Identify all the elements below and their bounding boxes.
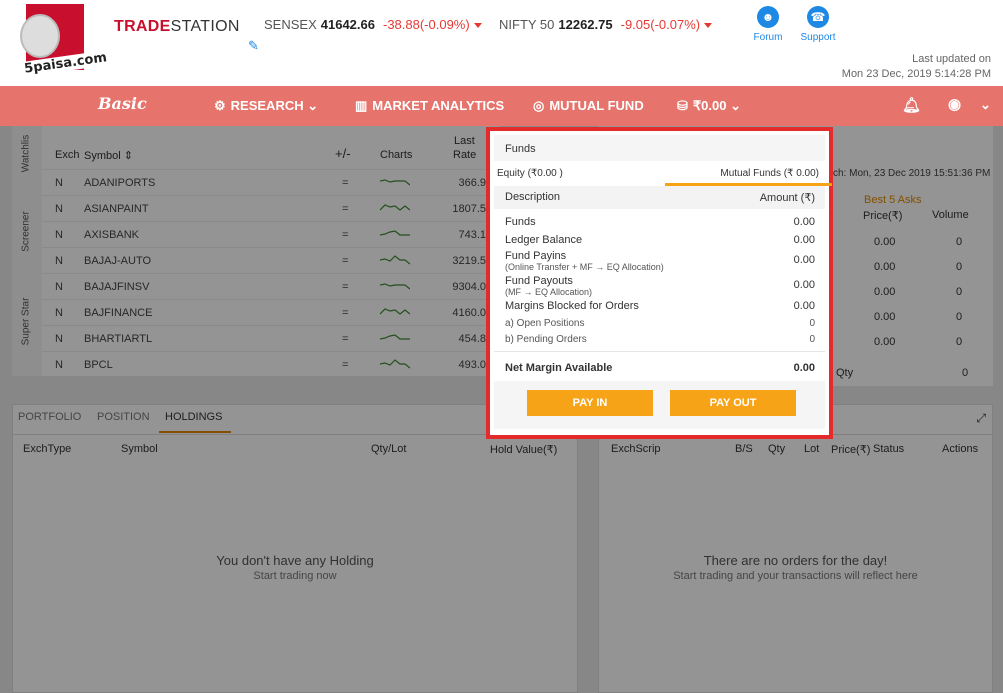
edit-pencil-icon[interactable]: ✎	[248, 38, 259, 54]
nav-research[interactable]: ⚙ RESEARCH ⌄	[214, 98, 318, 114]
net-margin-label: Net Margin Available	[505, 362, 613, 374]
sensex-ticker[interactable]: SENSEX 41642.66 -38.88(-0.09%)	[264, 17, 482, 32]
support-icon: ☎	[807, 6, 829, 28]
nav-mutual-fund[interactable]: ◎ MUTUAL FUND	[533, 98, 644, 114]
app-title: TRADESTATION	[114, 18, 240, 36]
nav-market-analytics-label: MARKET ANALYTICS	[372, 98, 505, 113]
line-amount: 0	[809, 318, 815, 329]
piggy-bank-icon: ◎	[533, 98, 545, 113]
sensex-name: SENSEX	[264, 17, 317, 32]
app-header: 5paisa.com TRADESTATION SENSEX 41642.66 -3…	[0, 0, 1003, 86]
chevron-down-icon: ⌄	[307, 98, 319, 113]
line-sub: (Online Transfer + MF → EQ Allocation)	[505, 262, 664, 272]
pay-out-button[interactable]: PAY OUT	[670, 390, 796, 416]
sensex-value: 41642.66	[320, 17, 375, 32]
funds-line-pending-orders: b) Pending Orders 0	[505, 334, 815, 345]
nav-research-label: RESEARCH	[230, 98, 304, 113]
line-label: Fund Payouts	[505, 275, 573, 287]
funds-balance-value: ₹0.00	[692, 98, 727, 113]
basic-mode-label[interactable]: Basic	[98, 94, 147, 113]
funds-line-ledger: Ledger Balance 0.00	[505, 234, 815, 246]
user-profile-icon[interactable]: ◉	[948, 95, 961, 113]
last-updated: Last updated on Mon 23 Dec, 2019 5:14:28…	[842, 52, 991, 82]
line-label: Margins Blocked for Orders	[505, 300, 639, 312]
net-margin-value: 0.00	[793, 362, 815, 374]
funds-popup: Funds Equity (₹0.00 ) Mutual Funds (₹ 0.…	[486, 127, 833, 439]
support-label: Support	[800, 32, 836, 43]
chevron-down-icon: ⌄	[730, 98, 742, 113]
net-margin-row: Net Margin Available 0.00	[505, 362, 815, 374]
app-title-part2: STATION	[170, 18, 240, 35]
funds-line-funds: Funds 0.00	[505, 216, 815, 228]
app-title-part1: TRADE	[114, 18, 171, 35]
last-updated-value: Mon 23 Dec, 2019 5:14:28 PM	[841, 68, 991, 80]
research-icon: ⚙	[214, 98, 226, 113]
tab-mutual-funds[interactable]: Mutual Funds (₹ 0.00)	[720, 168, 819, 179]
nav-funds-balance[interactable]: ⛁ ₹0.00 ⌄	[677, 98, 741, 114]
line-label: a) Open Positions	[505, 318, 585, 329]
funds-popup-body: Funds Equity (₹0.00 ) Mutual Funds (₹ 0.…	[494, 135, 832, 429]
bar-chart-icon: ▥	[355, 98, 368, 113]
line-amount: 0.00	[793, 254, 815, 266]
line-label: Ledger Balance	[505, 234, 583, 246]
nifty-value: 12262.75	[558, 17, 613, 32]
nifty-change: -9.05(-0.07%)	[620, 17, 701, 32]
tab-equity-funds[interactable]: Equity (₹0.00 )	[497, 168, 563, 179]
nav-market-analytics[interactable]: ▥ MARKET ANALYTICS	[355, 98, 504, 114]
brand-logo[interactable]: 5paisa.com	[16, 4, 110, 78]
col-amount: Amount (₹)	[759, 192, 815, 204]
last-updated-label: Last updated on	[912, 53, 991, 65]
line-amount: 0.00	[793, 279, 815, 291]
line-sub: (MF → EQ Allocation)	[505, 287, 593, 297]
line-amount: 0.00	[793, 234, 815, 246]
sensex-change: -38.88(-0.09%)	[382, 17, 470, 32]
pay-in-button[interactable]: PAY IN	[527, 390, 653, 416]
main-nav: Basic ⚙ RESEARCH ⌄ ▥ MARKET ANALYTICS ◎ MUT…	[0, 86, 1003, 126]
funds-title-bar	[494, 135, 825, 161]
forum-button[interactable]: ☻ Forum	[748, 6, 788, 43]
forum-icon: ☻	[757, 6, 779, 28]
funds-line-payouts: Fund Payouts 0.00 (MF → EQ Allocation)	[505, 275, 815, 297]
logo-globe	[20, 14, 60, 58]
line-label: Fund Payins	[505, 250, 567, 262]
funds-line-margins-blocked: Margins Blocked for Orders 0.00	[505, 300, 815, 312]
nifty-name: NIFTY 50	[499, 17, 555, 32]
line-label: b) Pending Orders	[505, 334, 587, 345]
funds-line-open-positions: a) Open Positions 0	[505, 318, 815, 329]
caret-down-icon	[704, 23, 713, 29]
funds-title: Funds	[505, 143, 536, 155]
money-bag-icon: ⛁	[677, 98, 688, 113]
col-description: Description	[505, 191, 561, 203]
caret-down-icon	[473, 23, 482, 29]
support-button[interactable]: ☎ Support	[798, 6, 838, 43]
profile-chevron-icon[interactable]: ⌄	[980, 97, 991, 113]
bell-icon[interactable]: 🔔︎	[902, 96, 921, 114]
forum-label: Forum	[753, 32, 783, 43]
divider	[494, 351, 825, 352]
line-amount: 0.00	[793, 216, 815, 228]
nifty-ticker[interactable]: NIFTY 50 12262.75 -9.05(-0.07%)	[499, 17, 713, 32]
line-amount: 0.00	[793, 300, 815, 312]
line-label: Funds	[505, 216, 536, 228]
line-amount: 0	[809, 334, 815, 345]
funds-line-payins: Fund Payins 0.00 (Online Transfer + MF → E…	[505, 250, 815, 272]
nav-mutual-fund-label: MUTUAL FUND	[549, 98, 644, 113]
